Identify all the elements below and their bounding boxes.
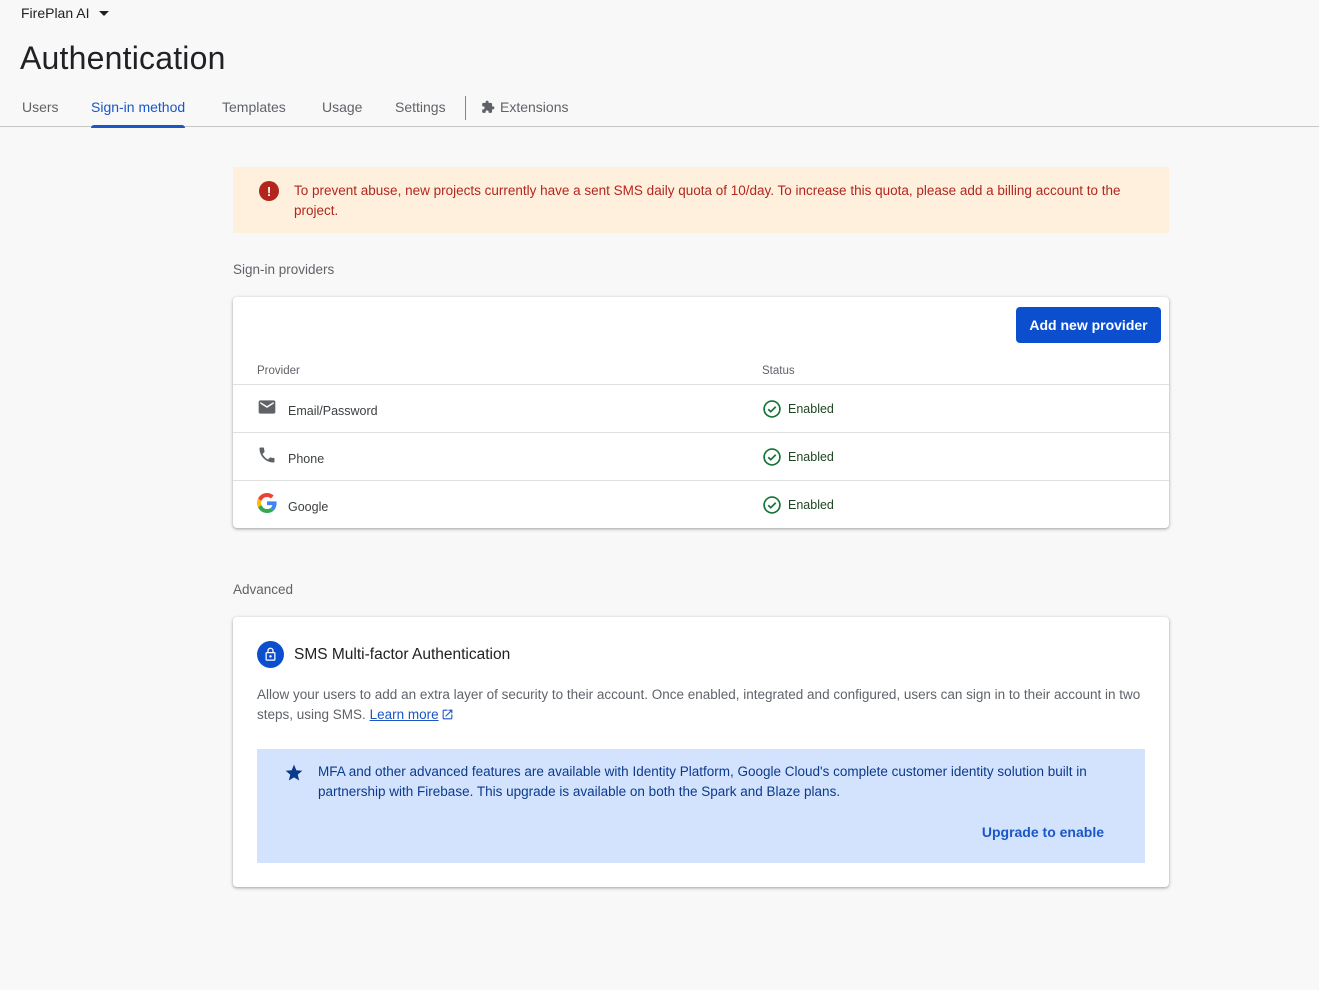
project-name: FirePlan AI [21, 5, 90, 21]
tab-extensions[interactable]: Extensions [481, 92, 568, 127]
lock-icon [257, 641, 284, 668]
upgrade-to-enable-link[interactable]: Upgrade to enable [982, 824, 1104, 840]
error-icon: ! [259, 181, 279, 201]
phone-icon [257, 445, 277, 465]
table-row[interactable]: Google Enabled [233, 481, 1169, 529]
tab-divider [465, 96, 466, 120]
check-circle-icon [763, 400, 781, 418]
providers-table-header: Provider Status [233, 363, 1169, 385]
mfa-title: SMS Multi-factor Authentication [294, 645, 511, 663]
status-text: Enabled [788, 402, 834, 416]
project-picker[interactable]: FirePlan AI [21, 5, 110, 21]
table-row[interactable]: Phone Enabled [233, 433, 1169, 481]
check-circle-icon [763, 496, 781, 514]
status-badge: Enabled [762, 399, 834, 419]
tab-settings[interactable]: Settings [395, 92, 446, 127]
star-icon [284, 763, 304, 788]
tab-extensions-label: Extensions [500, 99, 569, 115]
provider-name: Google [288, 500, 329, 514]
check-circle-icon [763, 448, 781, 466]
tab-usage[interactable]: Usage [322, 92, 362, 127]
tab-bar: Users Sign-in method Templates Usage Set… [0, 92, 1319, 128]
advanced-label: Advanced [233, 582, 294, 597]
status-badge: Enabled [762, 447, 834, 467]
status-badge: Enabled [762, 495, 834, 515]
status-text: Enabled [788, 450, 834, 464]
provider-name: Email/Password [288, 404, 378, 418]
status-text: Enabled [788, 498, 834, 512]
column-header-status: Status [762, 365, 795, 377]
column-header-provider: Provider [257, 365, 300, 377]
sms-quota-alert: ! To prevent abuse, new projects current… [233, 167, 1169, 233]
external-link-icon [442, 709, 452, 720]
table-row[interactable]: Email/Password Enabled [233, 385, 1169, 433]
mail-icon [257, 397, 277, 417]
sign-in-providers-label: Sign-in providers [233, 262, 335, 277]
learn-more-link[interactable]: Learn more [370, 707, 454, 722]
tab-templates[interactable]: Templates [222, 92, 286, 127]
google-icon [257, 493, 277, 513]
providers-card: Add new provider Provider Status Email/P… [233, 297, 1169, 528]
upgrade-text: MFA and other advanced features are avai… [318, 764, 1087, 799]
dropdown-caret-icon [99, 11, 110, 16]
mfa-description: Allow your users to add an extra layer o… [257, 685, 1147, 725]
tab-sign-in-method[interactable]: Sign-in method [91, 92, 186, 128]
learn-more-label: Learn more [369, 707, 439, 722]
mfa-card: SMS Multi-factor Authentication Allow yo… [233, 617, 1169, 887]
alert-text: To prevent abuse, new projects currently… [294, 183, 1121, 218]
puzzle-icon [481, 94, 495, 124]
mfa-title-row: SMS Multi-factor Authentication [257, 641, 510, 668]
page-title: Authentication [20, 40, 226, 76]
tab-users[interactable]: Users [22, 92, 59, 127]
provider-name: Phone [288, 452, 325, 466]
add-new-provider-button[interactable]: Add new provider [1016, 307, 1161, 343]
upgrade-banner: MFA and other advanced features are avai… [257, 749, 1145, 863]
